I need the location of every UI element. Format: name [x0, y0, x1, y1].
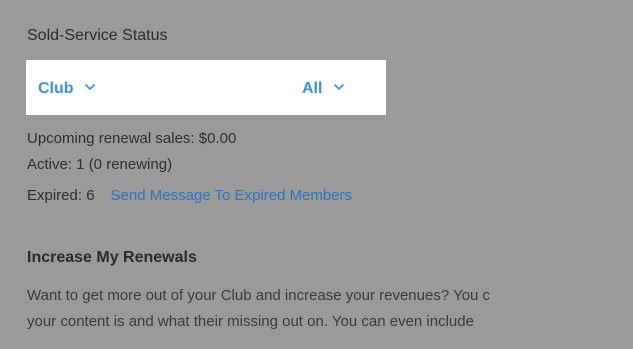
upcoming-renewal-sales: Upcoming renewal sales: $0.00 — [27, 130, 237, 147]
chevron-down-icon — [334, 77, 344, 95]
renewals-description-line-1: Want to get more out of your Club and in… — [27, 287, 491, 304]
all-filter-dropdown[interactable]: All — [302, 77, 344, 98]
active-members-count: Active: 1 (0 renewing) — [27, 156, 173, 173]
renewals-description-line-2: your content is and what their missing o… — [27, 313, 474, 330]
send-message-expired-link[interactable]: Send Message To Expired Members — [111, 187, 353, 204]
expired-members-row: Expired: 6 Send Message To Expired Member… — [27, 187, 352, 204]
expired-members-count: Expired: 6 — [27, 187, 95, 204]
sold-service-status-panel: Sold-Service Status Club All Upcoming re… — [0, 0, 633, 349]
all-filter-label: All — [302, 80, 323, 97]
chevron-down-icon — [85, 77, 95, 95]
filter-bar: Club All — [26, 60, 386, 115]
increase-renewals-heading: Increase My Renewals — [27, 249, 197, 266]
club-filter-dropdown[interactable]: Club — [38, 77, 95, 98]
club-filter-label: Club — [38, 80, 74, 97]
section-title: Sold-Service Status — [27, 27, 168, 44]
